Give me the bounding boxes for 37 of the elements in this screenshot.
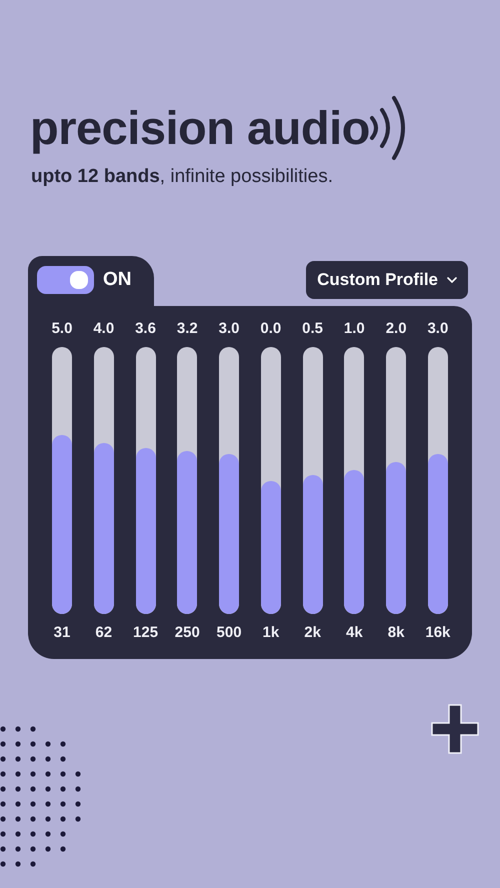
frequency-label: 2k [304, 624, 321, 641]
band-slider[interactable] [177, 347, 198, 614]
band-slider[interactable] [94, 347, 114, 614]
band-slider[interactable] [344, 347, 364, 614]
gain-value: 3.0 [427, 320, 448, 337]
toggle-switch[interactable] [37, 266, 94, 294]
frequency-label: 500 [216, 624, 242, 641]
frequency-label: 4k [346, 624, 363, 641]
plus-icon [430, 703, 480, 755]
gain-value: 5.0 [52, 320, 72, 337]
frequency-label: 250 [174, 624, 200, 641]
frequency-label: 31 [54, 624, 70, 641]
frequency-label: 1k [262, 624, 280, 641]
band-slider[interactable] [136, 347, 156, 614]
frequency-label: 16k [425, 624, 450, 641]
gain-value: 1.0 [344, 320, 365, 337]
band-slider[interactable] [428, 347, 448, 614]
band-slider[interactable] [386, 347, 406, 614]
frequency-label: 125 [133, 624, 158, 641]
band-slider[interactable] [219, 347, 240, 614]
gain-value: 4.0 [93, 320, 114, 337]
frequency-label: 8k [388, 624, 404, 641]
gain-value: 3.0 [218, 320, 240, 337]
profile-dropdown[interactable]: Custom Profile [306, 261, 468, 299]
chevron-down-icon [446, 276, 458, 284]
tagline: upto 12 bands, infinite possibilities. [30, 166, 334, 188]
gain-value: 2.0 [386, 320, 407, 337]
frequency-label: 62 [95, 624, 112, 641]
gain-value: 3.2 [176, 320, 198, 337]
band-slider[interactable] [302, 347, 323, 614]
gain-value: 3.6 [135, 320, 156, 337]
band-slider[interactable] [52, 347, 72, 614]
gain-value: 0.0 [260, 320, 282, 337]
headline: precision audio [30, 100, 370, 156]
gain-value: 0.5 [302, 320, 324, 337]
toggle-label: ON [103, 269, 132, 291]
band-slider[interactable] [260, 347, 281, 614]
